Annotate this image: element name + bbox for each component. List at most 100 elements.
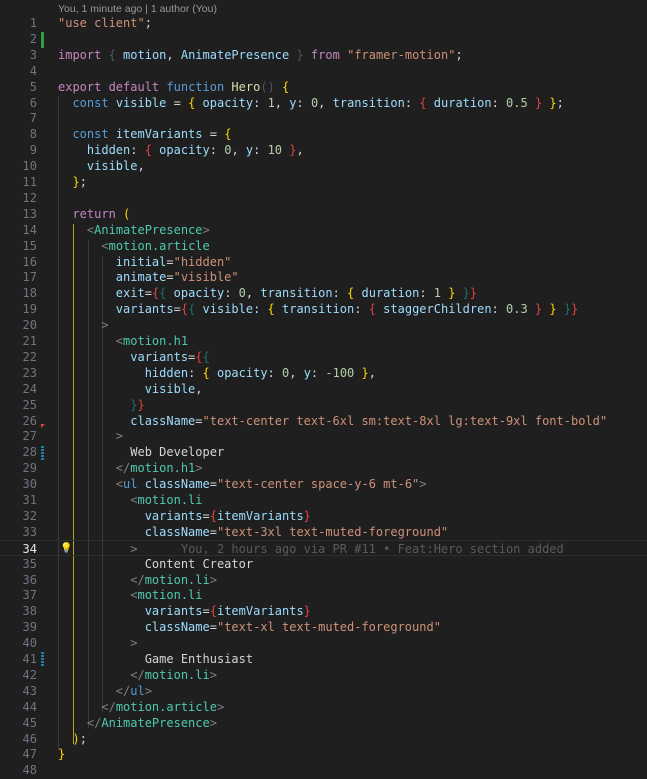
line-number[interactable]: 20	[0, 317, 37, 333]
line-number[interactable]: 44	[0, 699, 37, 715]
line-number[interactable]: 16	[0, 254, 37, 270]
code-line[interactable]: 6 const visible = { opacity: 1, y: 0, tr…	[0, 95, 647, 111]
code-line[interactable]: 16 initial="hidden"	[0, 254, 647, 270]
line-number[interactable]: 37	[0, 587, 37, 603]
line-number[interactable]: 36	[0, 572, 37, 588]
code-line[interactable]: 9 hidden: { opacity: 0, y: 10 },	[0, 142, 647, 158]
code-line[interactable]: 33 className="text-3xl text-muted-foregr…	[0, 524, 647, 540]
code-line[interactable]: 8 const itemVariants = {	[0, 126, 647, 142]
code-line[interactable]: 30 <ul className="text-center space-y-6 …	[0, 476, 647, 492]
code-line[interactable]: 18 exit={{ opacity: 0, transition: { dur…	[0, 285, 647, 301]
code-line[interactable]: 41 Game Enthusiast	[0, 651, 647, 667]
line-number[interactable]: 34	[0, 541, 37, 557]
line-number[interactable]: 22	[0, 349, 37, 365]
code-line[interactable]: 43 </ul>	[0, 683, 647, 699]
line-number[interactable]: 45	[0, 715, 37, 731]
code-line[interactable]: 32 variants={itemVariants}	[0, 508, 647, 524]
line-number[interactable]: 41	[0, 651, 37, 667]
line-number[interactable]: 25	[0, 397, 37, 413]
line-number[interactable]: 4	[0, 63, 37, 79]
code-line[interactable]: 39 className="text-xl text-muted-foregro…	[0, 619, 647, 635]
line-number[interactable]: 48	[0, 762, 37, 778]
code-line[interactable]: 5 export default function Hero() {	[0, 79, 647, 95]
code-line[interactable]: 35 Content Creator	[0, 556, 647, 572]
code-line[interactable]: 38 variants={itemVariants}	[0, 603, 647, 619]
code-line[interactable]: 23 hidden: { opacity: 0, y: -100 },	[0, 365, 647, 381]
line-number[interactable]: 31	[0, 492, 37, 508]
line-number[interactable]: 23	[0, 365, 37, 381]
line-number[interactable]: 26	[0, 413, 37, 429]
code-line[interactable]: 26 className="text-center text-6xl sm:te…	[0, 413, 647, 429]
code-line[interactable]: 22 variants={{	[0, 349, 647, 365]
code-line[interactable]: 37 <motion.li	[0, 587, 647, 603]
code-line[interactable]: 1 "use client";	[0, 15, 647, 31]
code-line[interactable]: 17 animate="visible"	[0, 269, 647, 285]
line-number[interactable]: 43	[0, 683, 37, 699]
line-number[interactable]: 30	[0, 476, 37, 492]
line-number[interactable]: 47	[0, 746, 37, 762]
code-line[interactable]: 48	[0, 762, 647, 778]
line-number[interactable]: 27	[0, 428, 37, 444]
line-number[interactable]: 8	[0, 126, 37, 142]
code-line[interactable]: 47}	[0, 746, 647, 762]
code-line[interactable]: 14 <AnimatePresence>	[0, 222, 647, 238]
code-line[interactable]: 25 }}	[0, 397, 647, 413]
code-line[interactable]: 12	[0, 190, 647, 206]
code-line[interactable]: 45 </AnimatePresence>	[0, 715, 647, 731]
line-number[interactable]: 33	[0, 524, 37, 540]
code-line[interactable]: 20 >	[0, 317, 647, 333]
code-editor[interactable]: You, 1 minute ago | 1 author (You) 1 "use…	[0, 0, 647, 779]
line-number[interactable]: 1	[0, 15, 37, 31]
code-line[interactable]: 44 </motion.article>	[0, 699, 647, 715]
code-line[interactable]: 36 </motion.li>	[0, 572, 647, 588]
line-number[interactable]: 15	[0, 238, 37, 254]
line-number[interactable]: 17	[0, 269, 37, 285]
line-number[interactable]: 9	[0, 142, 37, 158]
code-line[interactable]: 42 </motion.li>	[0, 667, 647, 683]
line-number[interactable]: 10	[0, 158, 37, 174]
line-number[interactable]: 21	[0, 333, 37, 349]
line-number[interactable]: 14	[0, 222, 37, 238]
line-number[interactable]: 29	[0, 460, 37, 476]
code-line[interactable]: 21 <motion.h1	[0, 333, 647, 349]
line-number[interactable]: 7	[0, 110, 37, 126]
line-number[interactable]: 18	[0, 285, 37, 301]
code-line[interactable]: 15 <motion.article	[0, 238, 647, 254]
code-line[interactable]: 7	[0, 110, 647, 126]
code-line[interactable]: 46 );	[0, 731, 647, 747]
code-line[interactable]: 34 💡 > You, 2 hours ago via PR #11 • Feat…	[0, 539, 647, 557]
code-line[interactable]: 4	[0, 63, 647, 79]
line-number[interactable]: 13	[0, 206, 37, 222]
code-line[interactable]: 2	[0, 31, 647, 47]
code-line[interactable]: 28 Web Developer	[0, 444, 647, 460]
line-number[interactable]: 2	[0, 31, 37, 47]
line-number[interactable]: 32	[0, 508, 37, 524]
line-number[interactable]: 19	[0, 301, 37, 317]
line-number[interactable]: 39	[0, 619, 37, 635]
code-line[interactable]: 3 import { motion, AnimatePresence } from…	[0, 47, 647, 63]
code-line[interactable]: 31 <motion.li	[0, 492, 647, 508]
code-token: transition	[260, 286, 333, 301]
line-number[interactable]: 3	[0, 47, 37, 63]
code-line[interactable]: 10 visible,	[0, 158, 647, 174]
code-line[interactable]: 11 };	[0, 174, 647, 190]
line-number[interactable]: 11	[0, 174, 37, 190]
line-number[interactable]: 38	[0, 603, 37, 619]
code-line[interactable]: 29 </motion.h1>	[0, 460, 647, 476]
code-line[interactable]: 19 variants={{ visible: { transition: { …	[0, 301, 647, 317]
line-number[interactable]: 35	[0, 556, 37, 572]
line-number[interactable]: 24	[0, 381, 37, 397]
line-code: animate="visible"	[58, 269, 239, 285]
line-number[interactable]: 6	[0, 95, 37, 111]
line-number[interactable]: 46	[0, 731, 37, 747]
code-line[interactable]: 27 >	[0, 428, 647, 444]
code-line[interactable]: 40 >	[0, 635, 647, 651]
code-line[interactable]: 24 visible,	[0, 381, 647, 397]
line-number[interactable]: 40	[0, 635, 37, 651]
line-number[interactable]: 12	[0, 190, 37, 206]
line-number[interactable]: 42	[0, 667, 37, 683]
codelens-blame[interactable]: You, 1 minute ago | 1 author (You)	[58, 3, 217, 15]
code-line[interactable]: 13 return (	[0, 206, 647, 222]
line-number[interactable]: 5	[0, 79, 37, 95]
line-number[interactable]: 28	[0, 444, 37, 460]
